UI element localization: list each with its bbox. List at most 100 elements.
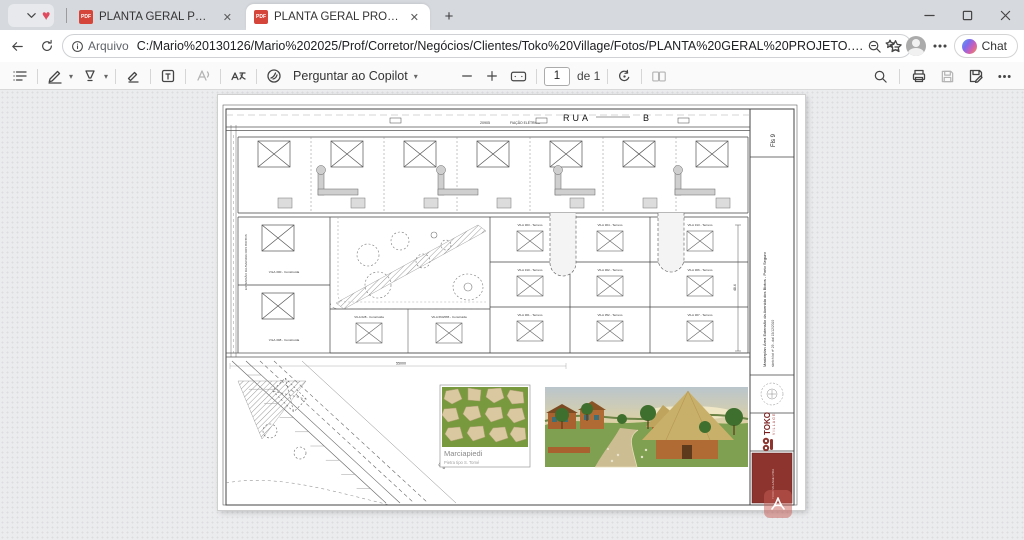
translate-button[interactable] bbox=[228, 66, 249, 86]
info-icon bbox=[71, 40, 84, 53]
save-as-button[interactable] bbox=[966, 66, 986, 86]
sheet-number: Fls 9 bbox=[771, 133, 777, 147]
right-dimension: 48.4 bbox=[733, 225, 741, 351]
svg-text:VILA 308 - Construída: VILA 308 - Construída bbox=[269, 338, 300, 342]
svg-text:VILA 664/665 - Construída: VILA 664/665 - Construída bbox=[431, 315, 467, 319]
close-window-button[interactable] bbox=[986, 0, 1024, 30]
svg-text:VILA 313 - Terreno: VILA 313 - Terreno bbox=[688, 223, 713, 227]
left-avenue bbox=[231, 125, 236, 357]
copilot-chat-button[interactable]: Chat bbox=[954, 34, 1018, 58]
save-button[interactable] bbox=[938, 67, 957, 86]
toko-village-logo: TOKO VILLAGE bbox=[763, 412, 776, 451]
diagonal-road bbox=[226, 361, 456, 505]
tab-title: PLANTA GERAL PROJETO.pdf bbox=[274, 11, 401, 23]
stamp-seal bbox=[761, 383, 783, 405]
svg-text:TOKO: TOKO bbox=[763, 412, 772, 435]
minimize-button[interactable] bbox=[910, 0, 948, 30]
zoom-in-page-button[interactable] bbox=[483, 67, 501, 85]
maximize-button[interactable] bbox=[948, 0, 986, 30]
pdf-file-icon: PDF bbox=[254, 10, 268, 24]
heart-icon[interactable]: ♥ bbox=[42, 7, 50, 23]
read-aloud-button[interactable] bbox=[193, 66, 213, 86]
tab-strip: ♥ PDF PLANTA GERAL PROJETO.pdf ✕ PDF PLA… bbox=[0, 0, 1024, 30]
search-document-button[interactable] bbox=[871, 67, 890, 86]
scheme-label: Arquivo bbox=[88, 39, 129, 53]
left-lots: VILA 300 - Construída VILA 308 - Constru… bbox=[262, 225, 299, 342]
svg-text:VILA 303 - Terreno: VILA 303 - Terreno bbox=[518, 223, 543, 227]
profile-avatar[interactable] bbox=[906, 36, 926, 56]
page-number-input[interactable] bbox=[544, 67, 570, 86]
svg-text:VILA 028 - Construída: VILA 028 - Construída bbox=[354, 315, 384, 319]
chevron-down-icon[interactable]: ▾ bbox=[104, 72, 108, 81]
page-count-label: de 1 bbox=[577, 69, 600, 83]
revision-note: sketch lot nº 29 - dal 15/12/2010 bbox=[771, 320, 775, 367]
fit-to-width-button[interactable] bbox=[508, 67, 529, 86]
zoom-out-page-button[interactable] bbox=[458, 67, 476, 85]
copilot-pdf-icon[interactable] bbox=[264, 66, 284, 86]
site-plan-drawing: RUA B 20905 FIAÇÃO ELÉTRICA bbox=[218, 95, 805, 510]
back-button[interactable] bbox=[4, 33, 30, 59]
collections-icon[interactable] bbox=[884, 38, 900, 54]
top-house-row bbox=[238, 137, 748, 213]
svg-text:VILA 304 - Terreno: VILA 304 - Terreno bbox=[598, 223, 623, 227]
village-render-image bbox=[545, 387, 748, 467]
swatch-subtitle: Pietra tipo S. Tomé bbox=[444, 460, 480, 465]
add-text-button[interactable] bbox=[158, 66, 178, 86]
svg-text:VILA 310 - Terreno: VILA 310 - Terreno bbox=[518, 268, 543, 272]
svg-text:VILA 306 - Terreno: VILA 306 - Terreno bbox=[688, 268, 713, 272]
chat-label: Chat bbox=[982, 39, 1007, 53]
url-field[interactable]: Arquivo C:/Mario%20130126/Mario%202025/P… bbox=[62, 34, 912, 58]
ask-copilot-label[interactable]: Perguntar ao Copilot bbox=[293, 69, 408, 83]
pdf-toolbar: ▾ ▾ Perguntar ao Copilot ▾ bbox=[0, 62, 1024, 90]
tab-planta-geral-2-active[interactable]: PDF PLANTA GERAL PROJETO.pdf ✕ bbox=[246, 4, 430, 30]
address-bar: Arquivo C:/Mario%20130126/Mario%202025/P… bbox=[0, 30, 1024, 62]
pdf-page: RUA B 20905 FIAÇÃO ELÉTRICA bbox=[218, 95, 805, 510]
more-toolbar-options-icon[interactable] bbox=[995, 67, 1014, 86]
eraser-button[interactable] bbox=[123, 66, 143, 86]
svg-text:VILA 301 - Terreno: VILA 301 - Terreno bbox=[518, 313, 543, 317]
street-rua-b: RUA B 20905 FIAÇÃO ELÉTRICA bbox=[226, 113, 750, 131]
zoom-out-icon[interactable] bbox=[867, 39, 882, 54]
svg-text:VILA 302 - Terreno: VILA 302 - Terreno bbox=[598, 268, 623, 272]
tab-close-icon[interactable]: ✕ bbox=[220, 10, 235, 25]
street-name: RUA bbox=[563, 113, 591, 123]
svg-text:VILA 352 - Terreno: VILA 352 - Terreno bbox=[598, 313, 623, 317]
pdf-viewer-canvas[interactable]: RUA B 20905 FIAÇÃO ELÉTRICA bbox=[0, 90, 1024, 540]
svg-text:48.4: 48.4 bbox=[733, 284, 737, 291]
draw-pen-button[interactable] bbox=[45, 66, 65, 86]
dimension-label: 20905 bbox=[480, 121, 490, 125]
refresh-button[interactable] bbox=[34, 33, 60, 59]
chevron-down-icon[interactable]: ▾ bbox=[69, 72, 73, 81]
rotate-button[interactable] bbox=[615, 67, 634, 86]
address-bar-actions: Chat bbox=[884, 33, 1018, 59]
page-view-button[interactable] bbox=[649, 67, 669, 86]
tab-title: PLANTA GERAL PROJETO.pdf bbox=[99, 11, 214, 23]
browser-window: ♥ PDF PLANTA GERAL PROJETO.pdf ✕ PDF PLA… bbox=[0, 0, 1024, 540]
table-of-contents-button[interactable] bbox=[10, 66, 30, 86]
tab-close-icon[interactable]: ✕ bbox=[407, 10, 422, 25]
svg-text:VILA 300 - Construída: VILA 300 - Construída bbox=[269, 270, 300, 274]
dimension-label: 55000 bbox=[396, 362, 406, 366]
print-button[interactable] bbox=[909, 66, 929, 86]
svg-text:EXTENSÃO DA AVENIDA DOS BIOTOS: EXTENSÃO DA AVENIDA DOS BIOTOS bbox=[243, 234, 248, 290]
bottom-street: 55000 bbox=[226, 353, 750, 369]
window-controls bbox=[910, 0, 1024, 30]
swatch-title: Marciapiedi bbox=[444, 449, 483, 458]
chevron-down-icon bbox=[26, 10, 37, 21]
highlight-button[interactable] bbox=[80, 66, 100, 86]
more-menu-icon[interactable] bbox=[932, 38, 948, 54]
pdf-file-icon: PDF bbox=[79, 10, 93, 24]
center-lots: VILA 028 - Construída VILA 664/665 - Con… bbox=[354, 315, 467, 343]
svg-text:VILLAGE: VILLAGE bbox=[772, 412, 776, 435]
new-tab-button[interactable]: + bbox=[438, 6, 460, 26]
copilot-icon bbox=[962, 39, 977, 54]
tab-divider bbox=[66, 8, 67, 23]
tab-planta-geral-1[interactable]: PDF PLANTA GERAL PROJETO.pdf ✕ bbox=[71, 4, 243, 30]
open-in-acrobat-button[interactable] bbox=[764, 490, 792, 518]
svg-text:VILA 307 - Terreno: VILA 307 - Terreno bbox=[688, 313, 713, 317]
left-vertical-annotation: EXTENSÃO DA AVENIDA DOS BIOTOS bbox=[243, 234, 248, 290]
url-text: C:/Mario%20130126/Mario%202025/Prof/Corr… bbox=[137, 39, 867, 53]
landscaped-area bbox=[330, 217, 490, 309]
chevron-down-icon[interactable]: ▾ bbox=[414, 72, 418, 81]
title-block: Fls 9 Masterplan Área Extensão da Avenid… bbox=[750, 133, 794, 503]
